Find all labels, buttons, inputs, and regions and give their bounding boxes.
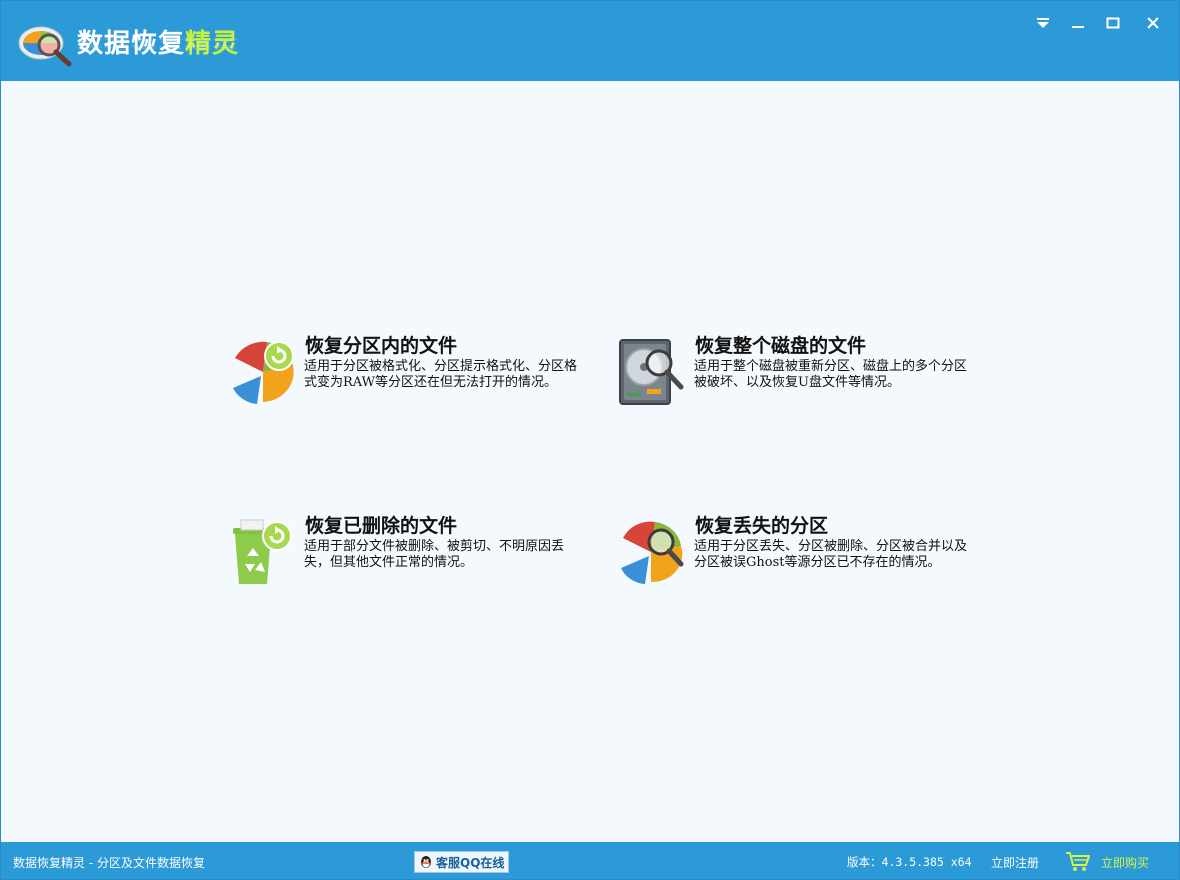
app-title-reflection: 数据恢复精灵	[77, 36, 239, 53]
pie-chart-restore-icon	[227, 336, 299, 408]
status-text: 数据恢复精灵 - 分区及文件数据恢复	[13, 854, 205, 871]
app-window: 数据恢复精灵 数据恢复精灵	[0, 0, 1180, 880]
qq-support-label: 客服QQ在线	[436, 854, 504, 871]
option-recover-deleted-files[interactable]: 恢复已删除的文件 适用于部分文件被删除、被剪切、不明原因丢失，但其他文件正常的情…	[227, 511, 587, 611]
qq-penguin-icon	[418, 854, 434, 870]
close-icon	[1146, 16, 1160, 30]
minimize-button[interactable]	[1064, 11, 1092, 35]
option-recover-disk-files[interactable]: 恢复整个磁盘的文件 适用于整个磁盘被重新分区、磁盘上的多个分区被破坏、以及恢复U…	[617, 331, 977, 431]
maximize-button[interactable]	[1099, 11, 1127, 35]
minimize-icon	[1071, 17, 1085, 29]
option-title: 恢复已删除的文件	[305, 511, 457, 538]
menu-dropdown-button[interactable]	[1029, 11, 1057, 35]
recycle-bin-restore-icon	[227, 516, 299, 588]
register-link[interactable]: 立即注册	[991, 854, 1039, 871]
option-description: 适用于分区被格式化、分区提示格式化、分区格式变为RAW等分区还在但无法打开的情况…	[304, 359, 579, 391]
option-title: 恢复丢失的分区	[695, 511, 828, 538]
shopping-cart-icon[interactable]	[1065, 851, 1091, 873]
maximize-icon	[1106, 17, 1120, 29]
option-description: 适用于部分文件被删除、被剪切、不明原因丢失，但其他文件正常的情况。	[304, 539, 579, 571]
qq-support-button[interactable]: 客服QQ在线	[414, 851, 509, 873]
option-recover-lost-partition[interactable]: 恢复丢失的分区 适用于分区丢失、分区被删除、分区被合并以及分区被误Ghost等源…	[617, 511, 977, 611]
pie-chart-search-icon	[617, 516, 689, 588]
option-description: 适用于分区丢失、分区被删除、分区被合并以及分区被误Ghost等源分区已不存在的情…	[694, 539, 969, 571]
version-text: 版本：4.3.5.385 x64	[847, 854, 972, 870]
buy-now-link[interactable]: 立即购买	[1101, 854, 1149, 871]
title-bar[interactable]: 数据恢复精灵 数据恢复精灵	[1, 1, 1179, 81]
option-title: 恢复分区内的文件	[305, 331, 457, 358]
app-logo-icon	[15, 21, 75, 69]
option-recover-partition-files[interactable]: 恢复分区内的文件 适用于分区被格式化、分区提示格式化、分区格式变为RAW等分区还…	[227, 331, 587, 431]
menu-dropdown-icon	[1036, 17, 1050, 29]
close-button[interactable]	[1139, 11, 1167, 35]
option-title: 恢复整个磁盘的文件	[695, 331, 866, 358]
status-bar: 数据恢复精灵 - 分区及文件数据恢复 客服QQ在线 版本：4.3.5.385 x…	[1, 842, 1179, 879]
option-description: 适用于整个磁盘被重新分区、磁盘上的多个分区被破坏、以及恢复U盘文件等情况。	[694, 359, 969, 391]
hard-disk-search-icon	[617, 337, 689, 409]
